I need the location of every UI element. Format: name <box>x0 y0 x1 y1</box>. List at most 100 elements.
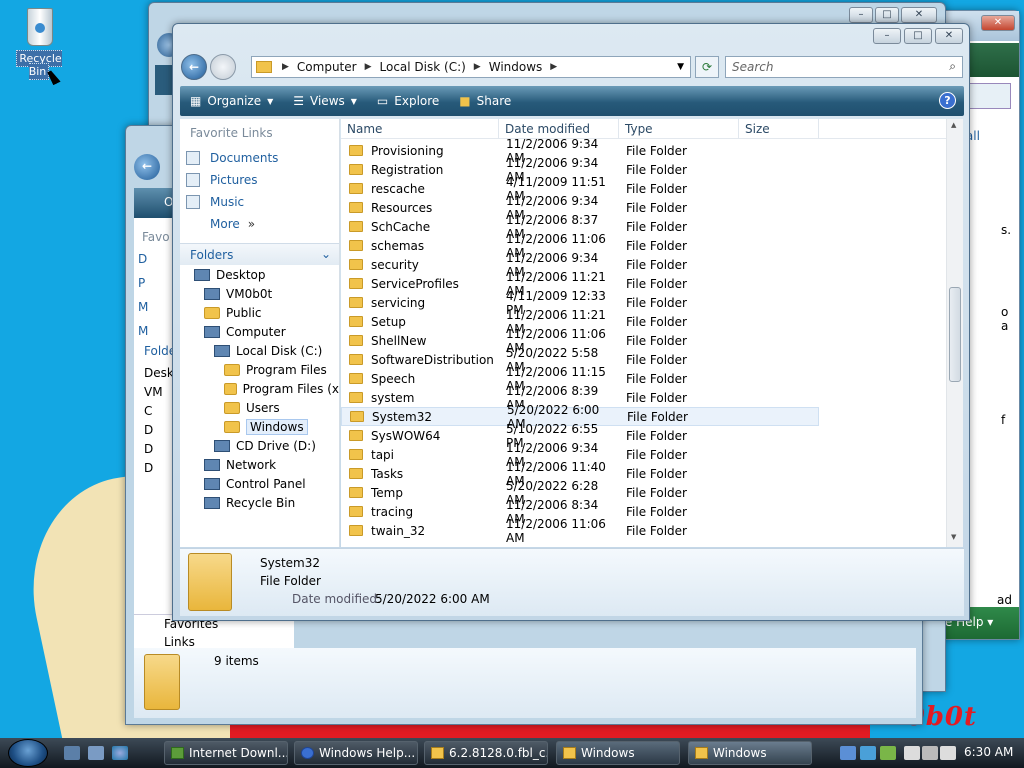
file-row[interactable]: tracing 11/2/2006 8:34 AM File Folder <box>341 498 945 526</box>
breadcrumb-local-disk[interactable]: Local Disk (C:) <box>372 60 474 74</box>
help-close-button[interactable]: ✕ <box>981 15 1015 31</box>
file-row[interactable]: Setup 11/2/2006 11:21 AM File Folder <box>341 308 945 336</box>
tree-item[interactable]: Computer <box>180 322 339 341</box>
switch-windows-icon[interactable] <box>88 746 104 760</box>
file-row[interactable]: system 11/2/2006 8:39 AM File Folder <box>341 384 945 412</box>
views-button[interactable]: ☰ Views ▼ <box>283 94 367 108</box>
clock[interactable]: 6:30 AM <box>964 745 1013 759</box>
tree-item[interactable]: CD Drive (D:) <box>180 436 339 455</box>
close-button[interactable]: ✕ <box>935 28 963 44</box>
file-row[interactable]: ShellNew 11/2/2006 11:06 AM File Folder <box>341 327 945 355</box>
file-row[interactable]: Temp 5/20/2022 6:28 AM File Folder <box>341 479 945 507</box>
breadcrumb-windows[interactable]: Windows <box>481 60 551 74</box>
file-row[interactable]: Resources 11/2/2006 9:34 AM File Folder <box>341 194 945 222</box>
vertical-scrollbar[interactable]: ▲ ▼ <box>946 119 963 547</box>
column-header-name[interactable]: Name ^ <box>341 119 499 139</box>
file-row[interactable]: twain_32 11/2/2006 11:06 AM File Folder <box>341 517 945 545</box>
column-header-type[interactable]: Type <box>619 119 739 139</box>
middle-nav-item-2[interactable]: P <box>138 276 148 290</box>
explore-icon: ▭ <box>376 94 389 108</box>
tree-item[interactable]: Desktop <box>180 265 339 284</box>
tree-item[interactable]: Network <box>180 455 339 474</box>
address-dropdown-icon[interactable]: ▼ <box>677 62 684 72</box>
scrollbar-thumb[interactable] <box>949 287 961 382</box>
tree-item[interactable]: Recycle Bin <box>180 493 339 512</box>
network-icon[interactable] <box>922 746 938 760</box>
address-bar[interactable]: ▶ Computer ▶ Local Disk (C:) ▶ Windows ▶… <box>251 56 691 78</box>
tree-item[interactable]: Control Panel <box>180 474 339 493</box>
middle-nav-item-1[interactable]: D <box>138 252 148 266</box>
back-close-button[interactable]: ✕ <box>901 7 937 23</box>
file-row[interactable]: Tasks 11/2/2006 11:40 AM File Folder <box>341 460 945 488</box>
scroll-up-icon[interactable]: ▲ <box>951 121 956 129</box>
scroll-down-icon[interactable]: ▼ <box>951 533 956 541</box>
breadcrumb-computer[interactable]: Computer <box>289 60 365 74</box>
maximize-button[interactable]: □ <box>904 28 932 44</box>
file-row[interactable]: servicing 4/11/2009 12:33 PM File Folder <box>341 289 945 317</box>
refresh-icon[interactable]: ⟳ <box>695 56 719 78</box>
taskbar-button-2[interactable]: Windows Help... <box>294 741 418 765</box>
chevron-down-icon[interactable]: ⌄ <box>321 247 331 261</box>
tray-icon-3[interactable] <box>880 746 896 760</box>
tree-item[interactable]: VM0b0t <box>180 284 339 303</box>
links-link[interactable]: Links <box>134 631 294 649</box>
file-type: File Folder <box>626 485 687 500</box>
recycle-bin-desktop-icon[interactable]: Recycle Bin <box>6 4 72 80</box>
fav-link-documents[interactable]: Documents <box>180 147 339 169</box>
file-row[interactable]: Speech 11/2/2006 11:15 AM File Folder <box>341 365 945 393</box>
tray-icon-2[interactable] <box>860 746 876 760</box>
explorer-window-main[interactable]: – □ ✕ ← ▶ Computer ▶ Local Disk (C:) ▶ W… <box>172 23 970 621</box>
tray-icon-1[interactable] <box>840 746 856 760</box>
file-row[interactable]: tapi 11/2/2006 9:34 AM File Folder <box>341 441 945 469</box>
forward-button[interactable] <box>210 54 236 80</box>
search-input[interactable]: Search ⌕ <box>725 56 963 78</box>
chevron-right-icon[interactable]: ▶ <box>365 62 372 72</box>
taskbar-button-3[interactable]: 6.2.8128.0.fbl_c... <box>424 741 548 765</box>
chevron-right-icon[interactable]: ▶ <box>474 62 481 72</box>
fav-link-more[interactable]: More » <box>180 213 339 235</box>
file-row[interactable]: Registration 11/2/2006 9:34 AM File Folder <box>341 156 945 184</box>
tree-item[interactable]: Windows <box>180 417 339 436</box>
show-desktop-icon[interactable] <box>64 746 80 760</box>
chevron-right-icon[interactable]: ▶ <box>550 62 557 72</box>
back-button[interactable]: ← <box>181 54 207 80</box>
start-button[interactable] <box>8 739 48 767</box>
chevron-right-icon[interactable]: ▶ <box>282 62 289 72</box>
internet-explorer-icon[interactable] <box>112 746 128 760</box>
tree-item[interactable]: Local Disk (C:) <box>180 341 339 360</box>
middle-nav-item-4[interactable]: M <box>138 324 148 338</box>
details-type: File Folder <box>260 574 321 588</box>
volume-icon[interactable] <box>940 746 956 760</box>
file-row[interactable]: SoftwareDistribution 5/20/2022 5:58 AM Fil… <box>341 346 945 374</box>
fav-link-music[interactable]: Music <box>180 191 339 213</box>
taskbar-button-1[interactable]: Internet Downl... <box>164 741 288 765</box>
taskbar-button-4[interactable]: Windows <box>556 741 680 765</box>
folders-header[interactable]: Folders ⌄ <box>180 243 339 265</box>
file-row[interactable]: rescache 4/11/2009 11:51 AM File Folder <box>341 175 945 203</box>
explore-button[interactable]: ▭ Explore <box>367 94 449 108</box>
column-header-size[interactable]: Size <box>739 119 819 139</box>
fav-link-pictures[interactable]: Pictures <box>180 169 339 191</box>
middle-nav-item-3[interactable]: M <box>138 300 148 314</box>
documents-icon <box>186 151 200 165</box>
tree-item[interactable]: Users <box>180 398 339 417</box>
share-button[interactable]: ■ Share <box>449 94 521 108</box>
file-row[interactable]: SchCache 11/2/2006 8:37 AM File Folder <box>341 213 945 241</box>
back-maximize-button[interactable]: □ <box>875 7 899 23</box>
file-row[interactable]: ServiceProfiles 11/2/2006 11:21 AM File Fo… <box>341 270 945 298</box>
file-row[interactable]: SysWOW64 5/10/2022 6:55 PM File Folder <box>341 422 945 450</box>
help-icon[interactable]: ? <box>939 92 956 109</box>
middle-back-button[interactable]: ← <box>134 154 160 180</box>
tree-item[interactable]: Public <box>180 303 339 322</box>
taskbar-button-5[interactable]: Windows <box>688 741 812 765</box>
search-icon[interactable]: ⌕ <box>949 59 956 74</box>
minimize-button[interactable]: – <box>873 28 901 44</box>
tree-item[interactable]: Program Files (x <box>180 379 339 398</box>
tray-icon-4[interactable] <box>904 746 920 760</box>
tree-item[interactable]: Program Files <box>180 360 339 379</box>
back-minimize-button[interactable]: – <box>849 7 873 23</box>
organize-button[interactable]: ▦ Organize ▼ <box>180 94 283 108</box>
file-row[interactable]: schemas 11/2/2006 11:06 AM File Folder <box>341 232 945 260</box>
file-row[interactable]: security 11/2/2006 9:34 AM File Folder <box>341 251 945 279</box>
file-row[interactable]: Provisioning 11/2/2006 9:34 AM File Folder <box>341 137 945 165</box>
